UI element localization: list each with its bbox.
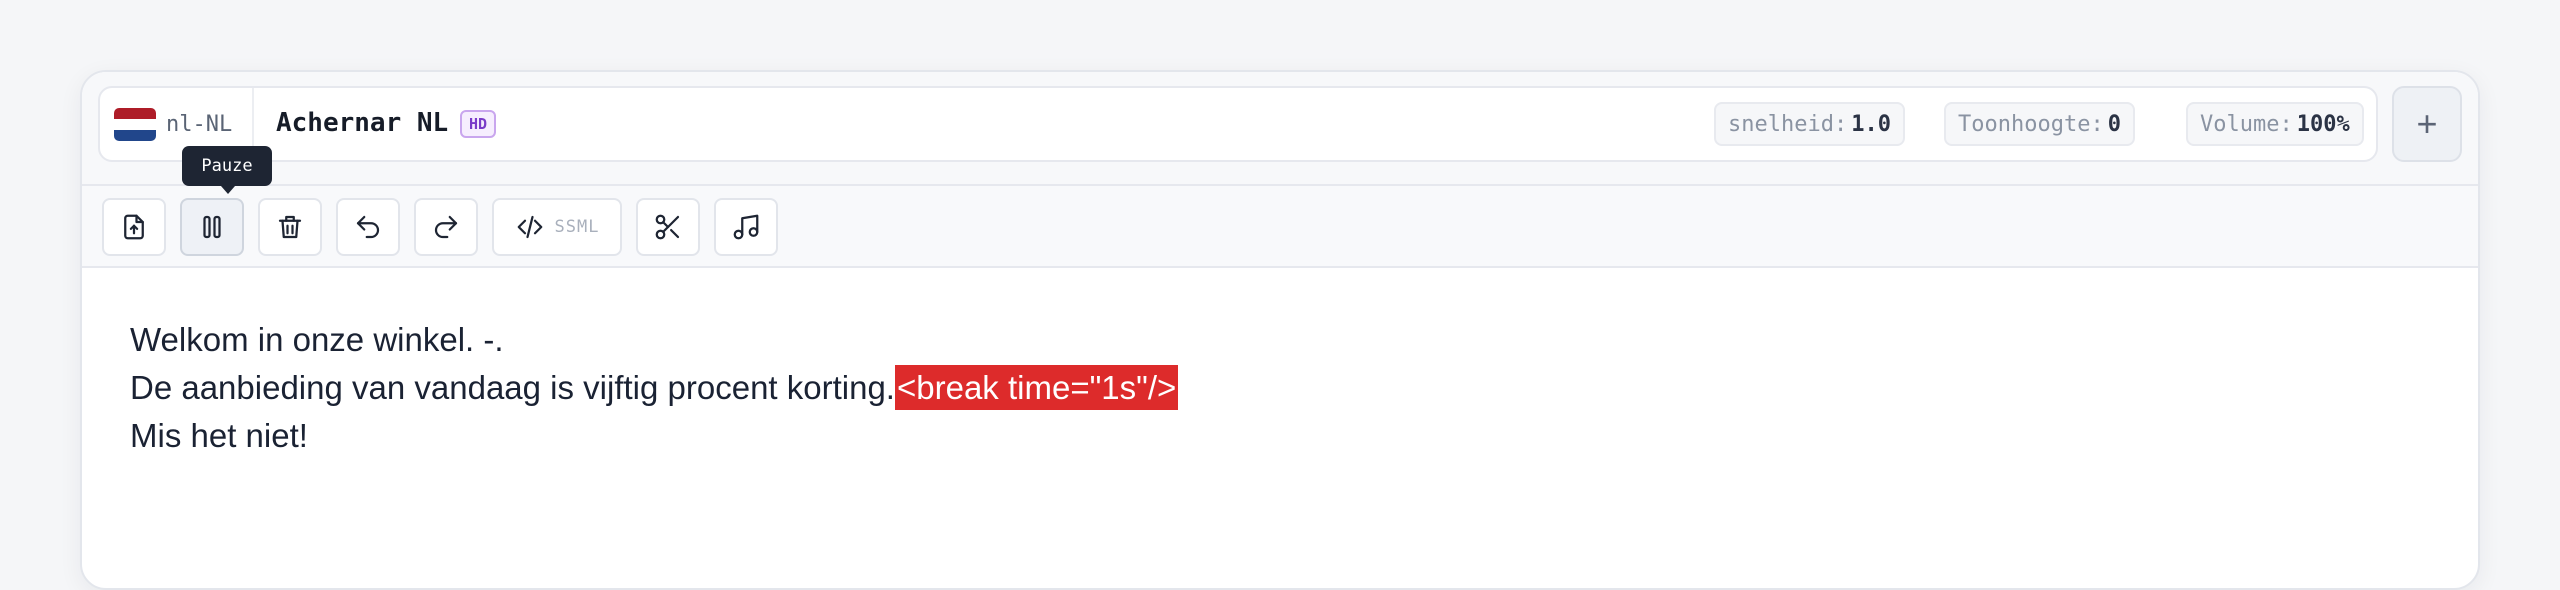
cut-button[interactable]	[636, 198, 700, 256]
hd-badge: HD	[460, 110, 497, 138]
plus-icon: +	[2416, 103, 2438, 144]
redo-button[interactable]	[414, 198, 478, 256]
ssml-break-tag[interactable]: <break time="1s"/>	[894, 365, 1179, 410]
upload-file-button[interactable]	[102, 198, 166, 256]
redo-icon	[434, 215, 458, 239]
pitch-label: Toonhoogte:	[1958, 111, 2104, 137]
netherlands-flag-icon	[114, 107, 156, 141]
editor-line-1: Welkom in onze winkel. -.	[130, 321, 504, 358]
pause-icon	[203, 215, 221, 239]
tts-editor-card: nl-NL Achernar NL HD snelheid: 1.0 Toonh…	[80, 70, 2480, 590]
undo-icon	[356, 215, 380, 239]
voice-header: nl-NL Achernar NL HD snelheid: 1.0 Toonh…	[82, 72, 2478, 186]
add-voice-button[interactable]: +	[2392, 86, 2462, 162]
music-button[interactable]	[714, 198, 778, 256]
editor-line-3: Mis het niet!	[130, 417, 308, 454]
pitch-param[interactable]: Toonhoogte: 0	[1944, 102, 2135, 146]
pitch-value: 0	[2107, 111, 2121, 137]
volume-value: 100%	[2296, 111, 2350, 137]
scissors-icon	[655, 214, 680, 240]
toolbar: SSML	[82, 186, 2478, 268]
editor-line-2-text: De aanbieding van vandaag is vijftig pro…	[130, 369, 895, 406]
speed-label: snelheid:	[1728, 111, 1848, 137]
voice-name: Achernar NL	[276, 108, 449, 138]
speed-value: 1.0	[1851, 111, 1891, 137]
undo-button[interactable]	[336, 198, 400, 256]
pause-button[interactable]	[180, 198, 244, 256]
locale-code: nl-NL	[166, 111, 233, 137]
ssml-button[interactable]: SSML	[492, 198, 622, 256]
music-note-icon	[733, 214, 759, 240]
text-editor[interactable]: Welkom in onze winkel. -. De aanbieding …	[130, 316, 2430, 460]
code-icon	[517, 215, 542, 239]
file-upload-icon	[124, 214, 144, 240]
pause-tooltip: Pauze	[182, 146, 272, 194]
volume-param[interactable]: Volume: 100%	[2186, 102, 2364, 146]
delete-button[interactable]	[258, 198, 322, 256]
ssml-label: SSML	[554, 217, 600, 237]
editor-line-2: De aanbieding van vandaag is vijftig pro…	[130, 364, 2430, 412]
trash-icon	[278, 215, 302, 239]
volume-label: Volume:	[2200, 111, 2293, 137]
voice-selector[interactable]: nl-NL Achernar NL HD snelheid: 1.0 Toonh…	[98, 86, 2378, 162]
speed-param[interactable]: snelheid: 1.0	[1714, 102, 1905, 146]
